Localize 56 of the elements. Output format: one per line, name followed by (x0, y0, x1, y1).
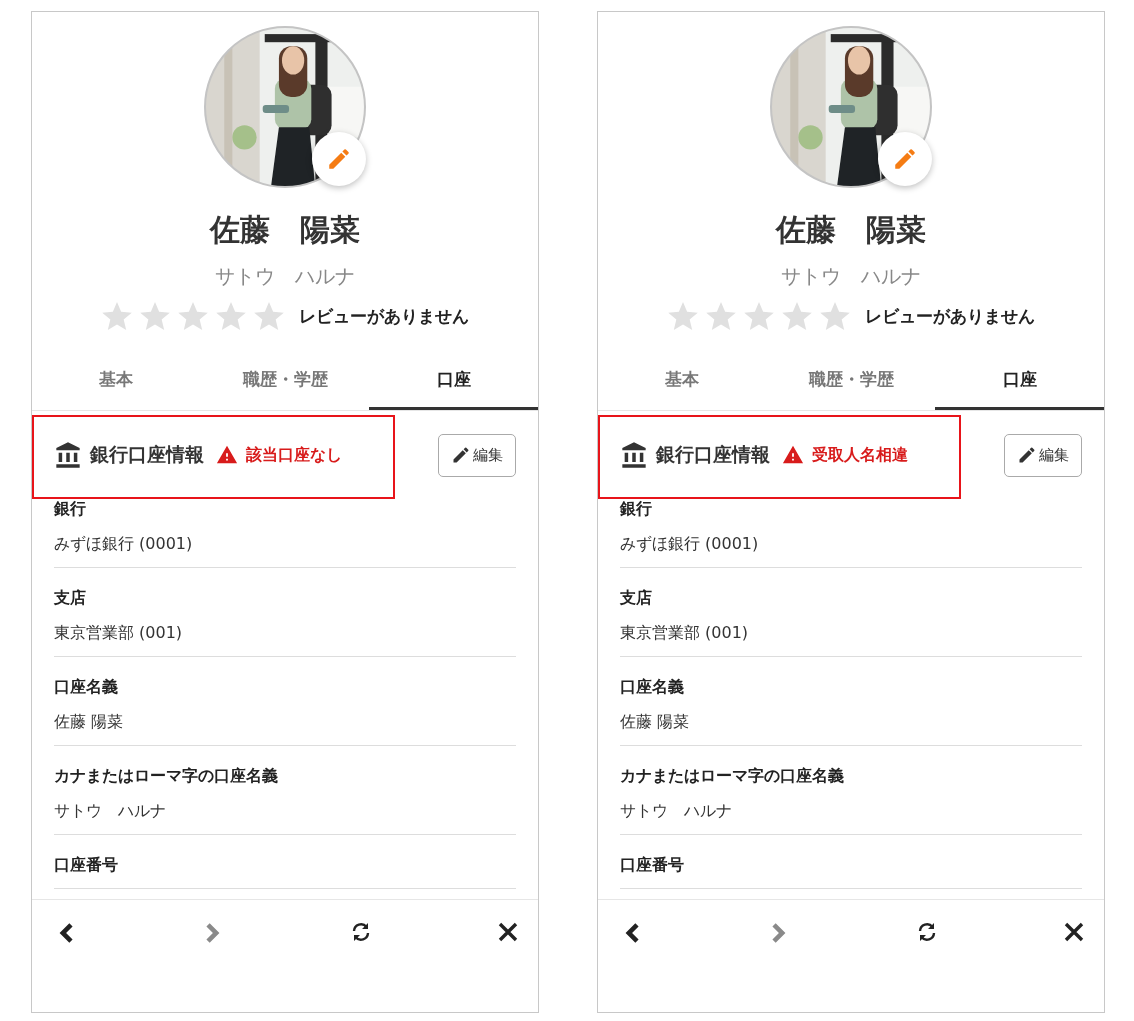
star-icon (705, 300, 737, 332)
section-title: 銀行口座情報 (90, 442, 204, 467)
field-value: 東京営業部 (001) (620, 623, 750, 644)
field-label: 口座名義 (54, 677, 119, 698)
warning-text: 該当口座なし (246, 444, 342, 466)
star-icon (743, 300, 775, 332)
pencil-icon (1017, 445, 1037, 465)
field-value: サトウ ハルナ (620, 801, 733, 822)
tab[interactable]: 基本 (32, 352, 201, 410)
bank-icon (54, 441, 82, 469)
field-value: 佐藤 陽菜 (54, 712, 125, 733)
tab[interactable]: 基本 (598, 352, 767, 410)
section-title: 銀行口座情報 (656, 442, 770, 467)
review-status: レビューがありません (299, 304, 469, 328)
star-icon (101, 300, 133, 332)
tab[interactable]: 職歴・学歴 (766, 352, 936, 410)
pencil-icon (326, 146, 352, 172)
edit-button[interactable]: 編集 (438, 433, 516, 477)
tab[interactable]: 口座 (369, 352, 538, 410)
profile-name: 佐藤 陽菜 (776, 211, 926, 249)
star-icon (215, 300, 247, 332)
pencil-icon (892, 146, 918, 172)
field-value: 佐藤 陽菜 (620, 712, 691, 733)
edit-photo-button[interactable] (878, 132, 932, 186)
field-label: 支店 (620, 588, 653, 609)
star-icon (139, 300, 171, 332)
tab[interactable]: 職歴・学歴 (200, 352, 370, 410)
star-icon (253, 300, 285, 332)
field-label: 銀行 (620, 499, 653, 520)
review-status: レビューがありません (865, 304, 1035, 328)
bank-icon (620, 441, 648, 469)
field-label: 口座名義 (620, 677, 685, 698)
warning-icon (216, 444, 238, 466)
field-label: カナまたはローマ字の口座名義 (54, 766, 279, 787)
edit-button[interactable]: 編集 (1004, 433, 1082, 477)
field-label: 口座番号 (620, 855, 685, 876)
profile-kana-name: サトウ ハルナ (215, 263, 355, 290)
star-icon (781, 300, 813, 332)
star-icon (177, 300, 209, 332)
field-label: 口座番号 (54, 855, 119, 876)
profile-kana-name: サトウ ハルナ (781, 263, 921, 290)
star-icon (819, 300, 851, 332)
field-label: カナまたはローマ字の口座名義 (620, 766, 845, 787)
field-value: サトウ ハルナ (54, 801, 167, 822)
warning-icon (782, 444, 804, 466)
tab[interactable]: 口座 (935, 352, 1104, 410)
edit-photo-button[interactable] (312, 132, 366, 186)
profile-name: 佐藤 陽菜 (210, 211, 360, 249)
field-label: 銀行 (54, 499, 87, 520)
pencil-icon (451, 445, 471, 465)
field-value: みずほ銀行 (0001) (54, 534, 194, 555)
star-icon (667, 300, 699, 332)
field-value: みずほ銀行 (0001) (620, 534, 760, 555)
field-label: 支店 (54, 588, 87, 609)
field-value: 東京営業部 (001) (54, 623, 184, 644)
warning-text: 受取人名相違 (812, 444, 908, 466)
